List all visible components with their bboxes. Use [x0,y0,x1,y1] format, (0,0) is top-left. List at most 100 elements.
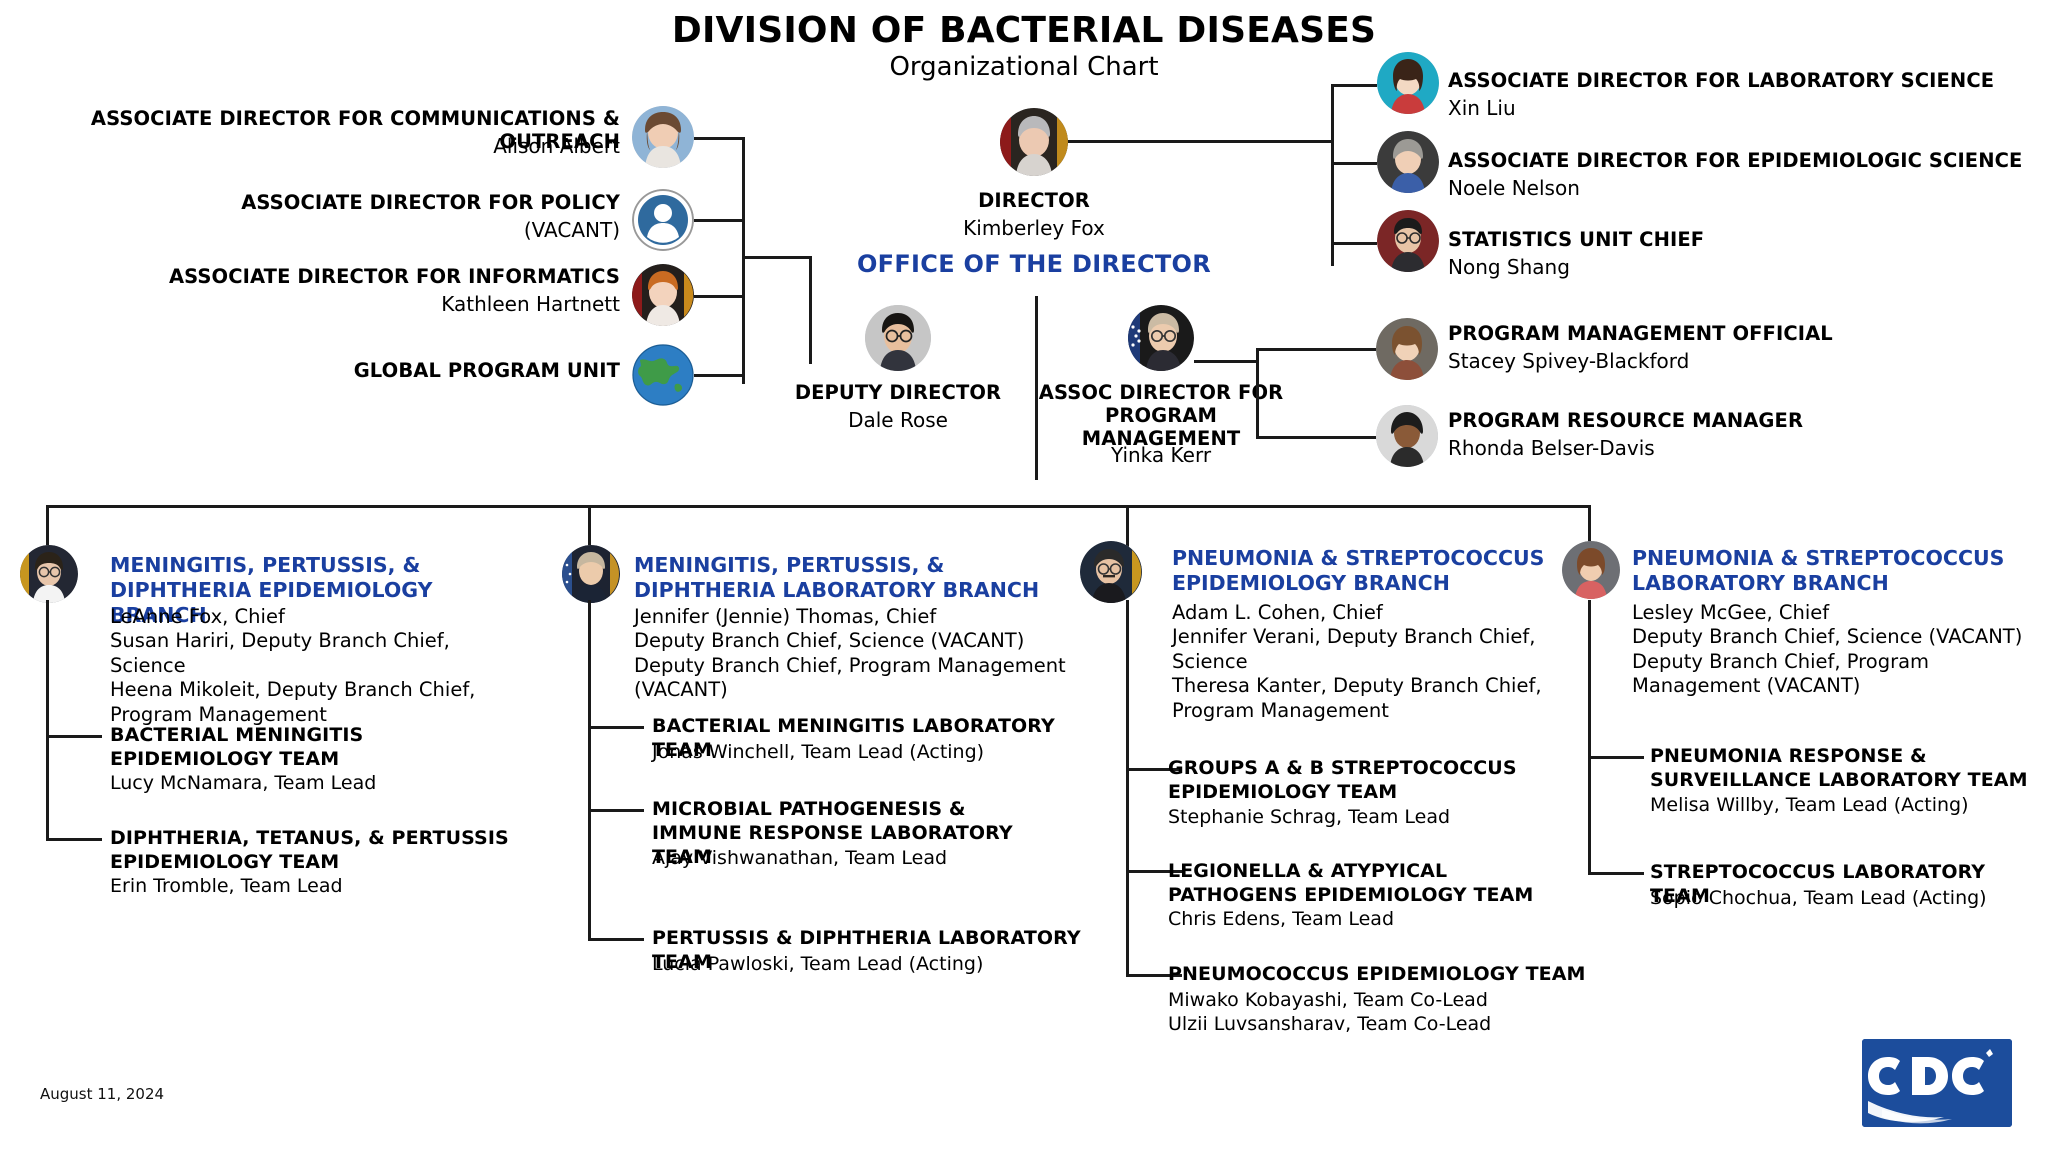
right-connector-2 [1331,162,1377,165]
avatar-stacey-spivey-blackford [1376,318,1438,380]
branch1-team-connector-1 [46,735,102,738]
branch-person: Deputy Branch Chief, Science (VACANT) [634,629,1025,653]
branch1-team-connector-2 [46,838,102,841]
person-rhonda-belser-davis: Rhonda Belser-Davis [1448,436,1655,460]
role-assoc-dir-policy: ASSOCIATE DIRECTOR FOR POLICY [241,191,620,214]
branch2-team-connector-1 [588,726,644,729]
role-deputy-director: DEPUTY DIRECTOR [794,381,1002,404]
left-trunk-down [809,256,812,364]
branch-bus-horizontal [46,505,1590,508]
avatar-nong-shang [1377,210,1439,272]
person-nong-shang: Nong Shang [1448,255,1570,279]
team-lead-1-2: Erin Tromble, Team Lead [110,875,343,897]
team-lead-3-2: Chris Edens, Team Lead [1168,908,1395,930]
avatar-rhonda-belser-davis [1376,405,1438,467]
team-lead-2-2: Ajay Vishwanathan, Team Lead [652,847,948,869]
avatar-leanne-fox [20,545,78,603]
branch-title-4: PNEUMONIA & STREPTOCOCCUS LABORATORY BRA… [1632,546,2005,596]
branch-person: Lesley McGee, Chief [1632,601,1830,624]
role-assoc-dir-lab-science: ASSOCIATE DIRECTOR FOR LABORATORY SCIENC… [1448,69,1995,92]
person-kimberley-fox: Kimberley Fox [963,216,1105,240]
left-connector-1 [694,137,744,140]
role-assoc-dir-pm-line1: ASSOC DIRECTOR FOR [1038,381,1284,404]
team-lead-1-1: Lucy McNamara, Team Lead [110,772,377,794]
branch-person: Susan Hariri, Deputy Branch Chief, Scien… [110,629,450,677]
branch-person: Jennifer (Jennie) Thomas, Chief [634,605,937,628]
role-program-management-official: PROGRAM MANAGEMENT OFFICIAL [1448,322,1833,345]
branch2-team-connector-2 [588,809,644,812]
org-chart-canvas: DIVISION OF BACTERIAL DISEASES Organizat… [0,0,2048,1152]
team-lead-4-1: Melisa Willby, Team Lead (Acting) [1650,794,1969,816]
person-xin-liu: Xin Liu [1448,96,1516,120]
branch1-team-trunk [46,600,49,840]
director-to-right-cluster [1068,140,1333,143]
branch-person: Deputy Branch Chief, Program Management … [634,653,1066,702]
avatar-yinka-kerr [1128,305,1194,371]
team-title-3-2: LEGIONELLA & ATYPYICAL PATHOGENS EPIDEMI… [1168,860,1534,906]
right-cluster-vertical [1331,84,1334,266]
branch2-team-connector-3 [588,938,644,941]
avatar-dale-rose [865,305,931,371]
person-kathleen-hartnett: Kathleen Hartnett [441,292,620,316]
pm-connector-stub [1194,360,1258,363]
team-lead-2-1: Jonas Winchell, Team Lead (Acting) [652,741,985,763]
right-connector-3 [1331,242,1377,245]
branch-person: Jennifer Verani, Deputy Branch Chief, Sc… [1172,625,1536,673]
avatar-kathleen-hartnett [632,264,694,326]
page-title: DIVISION OF BACTERIAL DISEASES [671,10,1377,51]
branch-person: Deputy Branch Chief, Program Management … [1632,649,1930,698]
role-assoc-dir-informatics: ASSOCIATE DIRECTOR FOR INFORMATICS [168,265,620,288]
role-statistics-unit-chief: STATISTICS UNIT CHIEF [1448,228,1705,251]
left-connector-3 [694,295,744,298]
team-title-4-1: PNEUMONIA RESPONSE & SURVEILLANCE LABORA… [1650,745,2028,791]
branch-people-4: Lesley McGee, Chief Deputy Branch Chief,… [1632,601,2036,699]
person-policy-vacant: (VACANT) [523,218,620,242]
branch4-team-connector-1 [1588,756,1644,759]
left-vertical-trunk [742,137,745,384]
pm-connector-2 [1256,436,1376,439]
avatar-lesley-mcgee [1562,541,1620,599]
team-lead-3-1: Stephanie Schrag, Team Lead [1168,806,1451,828]
team-title-3-1: GROUPS A & B STREPTOCOCCUS EPIDEMIOLOGY … [1168,757,1517,803]
placeholder-person-icon [632,189,694,251]
avatar-noele-nelson [1377,131,1439,193]
person-noele-nelson: Noele Nelson [1448,176,1580,200]
branch-title-2: MENINGITIS, PERTUSSIS, & DIPHTHERIA LABO… [634,553,1040,603]
person-alison-albert: Alison Albert [493,134,620,158]
branch4-team-connector-2 [1588,872,1644,875]
person-stacey-spivey-blackford: Stacey Spivey-Blackford [1448,349,1690,373]
left-connector-2 [694,219,744,222]
pm-connector-1 [1256,348,1376,351]
team-lead-2-3: Lucia Pawloski, Team Lead (Acting) [652,953,984,975]
person-dale-rose: Dale Rose [848,408,948,432]
branch-title-3: PNEUMONIA & STREPTOCOCCUS EPIDEMIOLOGY B… [1172,546,1545,596]
date-stamp: August 11, 2024 [40,1085,165,1103]
team-lead-3-3: Miwako Kobayashi, Team Co-Lead Ulzii Luv… [1168,989,1492,1035]
branch-person: LeAnne Fox, Chief [110,605,285,628]
right-connector-1 [1331,84,1377,87]
avatar-jennifer-thomas [562,545,620,603]
team-title-1-1: BACTERIAL MENINGITIS EPIDEMIOLOGY TEAM [110,724,364,770]
role-director: DIRECTOR [978,189,1090,212]
role-program-resource-manager: PROGRAM RESOURCE MANAGER [1448,409,1804,432]
branch4-team-trunk [1588,600,1591,874]
branch-person: Adam L. Cohen, Chief [1172,601,1383,624]
team-title-3-3: PNEUMOCOCCUS EPIDEMIOLOGY TEAM [1168,963,1586,985]
person-yinka-kerr: Yinka Kerr [1110,443,1212,467]
avatar-alison-albert [632,106,694,168]
branch-people-2: Jennifer (Jennie) Thomas, Chief Deputy B… [634,605,1074,703]
avatar-kimberley-fox [1000,108,1068,176]
team-lead-4-2: Sopio Chochua, Team Lead (Acting) [1650,887,1987,909]
globe-icon [632,344,694,406]
avatar-xin-liu [1377,52,1439,114]
branch3-team-trunk [1126,600,1129,976]
left-trunk-to-center [742,256,812,259]
office-of-the-director-label: OFFICE OF THE DIRECTOR [856,250,1212,278]
role-global-program-unit: GLOBAL PROGRAM UNIT [353,359,620,382]
branch-person: Theresa Kanter, Deputy Branch Chief, Pro… [1172,674,1542,722]
branch-people-3: Adam L. Cohen, Chief Jennifer Verani, De… [1172,601,1572,723]
branch2-team-trunk [588,600,591,940]
branch-people-1: LeAnne Fox, Chief Susan Hariri, Deputy B… [110,605,520,727]
left-connector-4 [694,374,744,377]
role-assoc-dir-epi-science: ASSOCIATE DIRECTOR FOR EPIDEMIOLOGIC SCI… [1448,149,2023,172]
